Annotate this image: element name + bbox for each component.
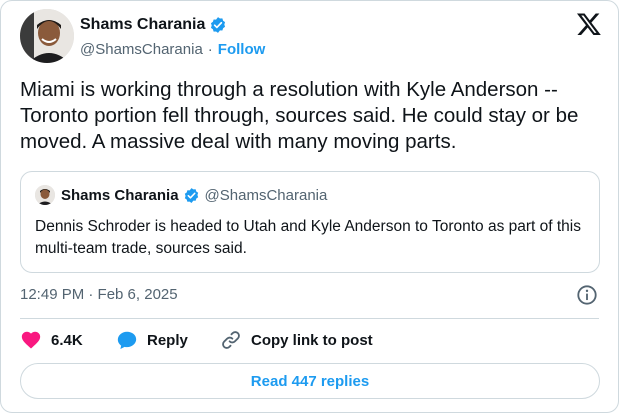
avatar[interactable] — [20, 9, 74, 63]
action-bar: 6.4K Reply Copy link to post — [20, 327, 373, 353]
copy-link-label: Copy link to post — [251, 331, 373, 349]
x-logo-icon[interactable] — [576, 11, 602, 37]
verified-badge-icon — [184, 187, 198, 203]
like-count: 6.4K — [51, 331, 83, 349]
quoted-tweet[interactable]: Shams Charania @ShamsCharania Dennis Sch… — [20, 171, 600, 273]
like-button[interactable]: 6.4K — [20, 329, 116, 351]
copy-link-button[interactable]: Copy link to post — [220, 329, 373, 351]
separator-dot: · — [207, 41, 213, 58]
reply-button[interactable]: Reply — [116, 329, 220, 351]
author-name[interactable]: Shams Charania — [80, 15, 205, 35]
heart-icon — [21, 331, 41, 349]
follow-button[interactable]: Follow — [218, 41, 266, 59]
tweet-card: Shams Charania @ShamsCharania · Follow M… — [0, 0, 619, 413]
link-icon — [222, 331, 240, 349]
tweet-text: Miami is working through a resolution wi… — [20, 78, 579, 153]
quote-avatar — [35, 185, 55, 205]
quote-author-name: Shams Charania — [61, 186, 179, 204]
read-replies-button[interactable]: Read 447 replies — [20, 363, 600, 399]
info-icon[interactable] — [576, 284, 598, 306]
tweet-header: Shams Charania @ShamsCharania · Follow — [20, 9, 602, 65]
verified-badge-icon — [211, 17, 226, 33]
author-handle[interactable]: @ShamsCharania — [80, 41, 203, 59]
reply-label: Reply — [147, 331, 188, 349]
quote-author-handle: @ShamsCharania — [204, 186, 328, 204]
reply-bubble-icon — [117, 331, 137, 349]
tweet-timestamp[interactable]: 12:49 PM · Feb 6, 2025 — [20, 286, 178, 303]
author-info: Shams Charania @ShamsCharania · Follow — [80, 15, 265, 59]
quote-text: Dennis Schroder is headed to Utah and Ky… — [35, 218, 581, 257]
divider — [20, 318, 599, 319]
